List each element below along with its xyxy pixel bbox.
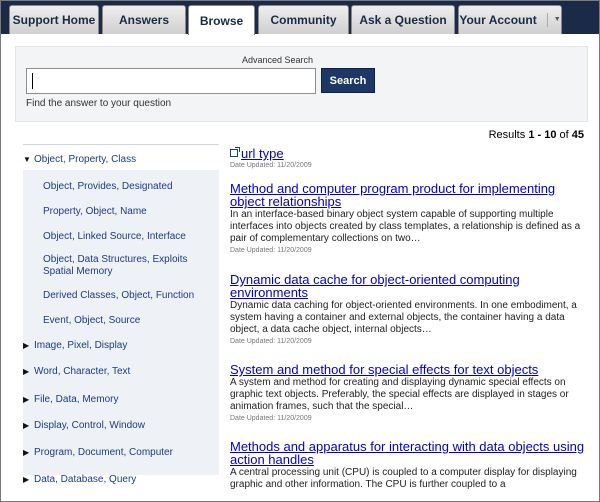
category-label: File, Data, Memory [34,394,119,405]
category-data-database-query[interactable]: ▶ Data, Database, Query [23,474,136,485]
result-date: Date Updated: 11/20/2009 [230,338,312,345]
result-snippet: A system and method for creating and dis… [230,377,569,412]
result-date: Date Updated: 11/20/2009 [230,415,312,422]
tab-label: Answers [118,13,170,27]
triangle-right-icon: ▶ [23,448,30,457]
advanced-search-link[interactable]: Advanced Search [242,55,313,65]
result-date: Date Updated: 11/20/2009 [230,162,312,169]
search-button[interactable]: Search [321,68,375,93]
subcategory-item[interactable]: Property, Object, Name [43,206,215,218]
category-label: Data, Database, Query [34,474,137,485]
tab-label: Your Account [459,13,537,27]
category-object-property-class[interactable]: ▼ Object, Property, Class [23,154,136,165]
category-label: Word, Character, Text [34,366,131,377]
search-input[interactable] [26,68,316,94]
result-title-link[interactable]: Dynamic data cache for object-oriented c… [230,273,586,299]
category-program-document-computer[interactable]: ▶ Program, Document, Computer [23,447,173,458]
triangle-right-icon: ▶ [23,341,30,350]
tab-answers[interactable]: Answers [102,5,186,34]
subcategory-item[interactable]: Object, Linked Source, Interface [43,231,215,243]
tab-your-account[interactable]: Your Account ▼ [458,5,562,34]
subcategory-item[interactable]: Event, Object, Source [43,315,215,327]
tab-support-home[interactable]: Support Home [9,5,99,34]
tab-ask-a-question[interactable]: Ask a Question [351,5,455,34]
tab-label: Support Home [12,13,96,27]
category-file-data-memory[interactable]: ▶ File, Data, Memory [23,394,118,405]
category-sidebar: ▼ Object, Property, Class Object, Provid… [23,144,219,502]
results-count: Results 1 - 10 of 45 [488,129,584,141]
text-cursor [32,73,33,89]
subcategory-item[interactable]: Object, Data Structures, Exploits Spatia… [43,254,215,278]
triangle-down-icon: ▼ [23,155,31,164]
category-word-character-text[interactable]: ▶ Word, Character, Text [23,366,130,377]
category-label: Image, Pixel, Display [34,340,128,351]
result-item: System and method for special effects fo… [230,363,586,423]
external-link-icon [230,147,240,157]
triangle-right-icon: ▶ [23,395,30,404]
subcategory-item[interactable]: Derived Classes, Object, Function [43,290,215,302]
category-label: Display, Control, Window [34,420,145,431]
tab-community[interactable]: Community [258,5,349,34]
search-hint: Find the answer to your question [26,98,172,109]
result-snippet: A central processing unit (CPU) is coupl… [230,467,577,490]
result-title-link[interactable]: System and method for special effects fo… [230,363,586,376]
triangle-right-icon: ▶ [23,421,30,430]
category-display-control-window[interactable]: ▶ Display, Control, Window [23,420,145,431]
subcategory-item[interactable]: Object, Provides, Designated [43,181,215,193]
top-nav-bar: Support Home Answers Browse Community As… [1,1,599,35]
triangle-right-icon: ▶ [23,475,30,484]
tab-label: Browse [199,13,244,28]
result-title-link[interactable]: Method and computer program product for … [230,182,586,208]
search-panel: Advanced Search Search Find the answer t… [15,46,588,122]
tab-browse[interactable]: Browse [188,5,255,35]
result-snippet: Dynamic data caching for object-oriented… [230,300,577,335]
category-label: Program, Document, Computer [34,447,173,458]
triangle-right-icon: ▶ [23,367,30,376]
result-item: Dynamic data cache for object-oriented c… [230,273,586,346]
category-image-pixel-display[interactable]: ▶ Image, Pixel, Display [23,340,127,351]
result-title-link[interactable]: Methods and apparatus for interacting wi… [230,440,586,466]
category-label: Object, Property, Class [34,154,137,165]
result-item: url type Date Updated: 11/20/2009 [230,147,586,170]
result-item: Method and computer program product for … [230,182,586,255]
caret-down-icon[interactable]: ▼ [546,13,561,27]
tab-label: Ask a Question [359,13,447,27]
result-title-link[interactable]: url type [230,147,586,160]
tab-label: Community [270,13,337,27]
result-snippet: In an interface-based binary object syst… [230,209,581,244]
result-date: Date Updated: 11/20/2009 [230,247,312,254]
result-item: Methods and apparatus for interacting wi… [230,440,586,491]
